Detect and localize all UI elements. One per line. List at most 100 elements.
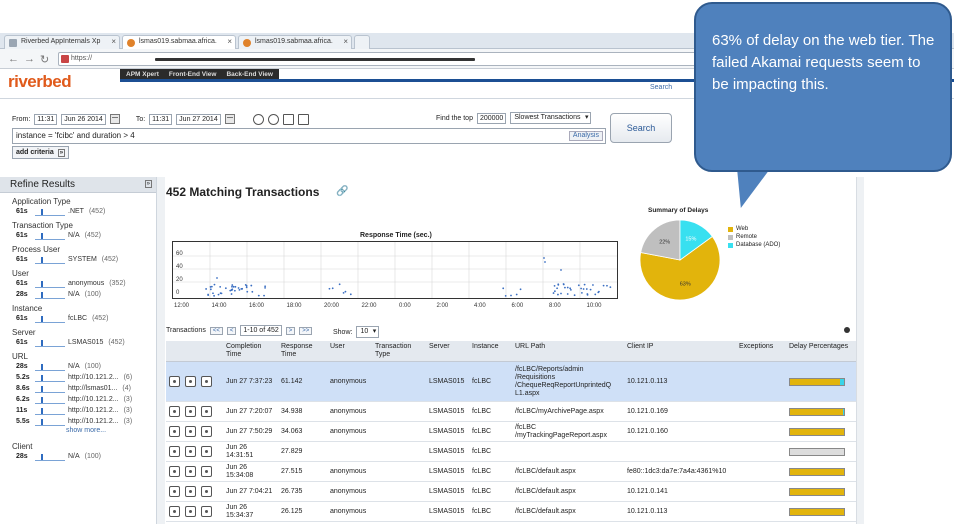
show-more-link[interactable]: show more... [0, 427, 156, 438]
close-icon[interactable]: × [227, 37, 232, 46]
close-icon[interactable]: × [343, 37, 348, 46]
column-header[interactable]: User [327, 341, 372, 362]
from-date-input[interactable]: Jun 26 2014 [61, 113, 106, 125]
details-icon[interactable] [185, 446, 196, 457]
details-icon[interactable] [185, 506, 196, 517]
column-header[interactable]: URL Path [512, 341, 624, 362]
calendar-icon[interactable] [224, 114, 235, 124]
camera-icon[interactable] [201, 466, 212, 477]
settings-icon[interactable] [844, 327, 850, 333]
cell-user: anonymous [327, 501, 372, 522]
top-count-input[interactable]: 200000 [476, 112, 507, 124]
camera-icon[interactable] [201, 426, 212, 437]
page-title: 452 Matching Transactions [166, 185, 320, 199]
trace-icon[interactable] [169, 406, 180, 417]
details-icon[interactable] [185, 486, 196, 497]
table-row[interactable]: Jun 27 7:37:23 61.142 anonymous LSMAS015 fcL… [166, 361, 856, 402]
trace-icon[interactable] [169, 506, 180, 517]
column-header[interactable]: Exceptions [736, 341, 786, 362]
last-page-button[interactable]: >> [299, 326, 313, 335]
camera-icon[interactable] [201, 376, 212, 387]
left-scrollbar[interactable] [157, 177, 165, 524]
page-size-select[interactable]: 10 [356, 326, 380, 338]
column-header[interactable]: Transaction Type [372, 341, 426, 362]
facet-item[interactable]: 5.2s http://10.121.2... (6) [0, 372, 156, 383]
camera-icon[interactable] [201, 486, 212, 497]
column-header[interactable]: Delay Percentages [786, 341, 856, 362]
facet-item[interactable]: 61s .NET (452) [0, 206, 156, 217]
first-page-button[interactable]: << [209, 326, 223, 335]
nav-front-end-view[interactable]: Front-End View [169, 71, 217, 78]
trace-icon[interactable] [169, 486, 180, 497]
nav-apm-xpert[interactable]: APM Xpert [126, 71, 159, 78]
camera-icon[interactable] [201, 506, 212, 517]
facet-item[interactable]: 28s N/A (100) [0, 451, 156, 462]
trace-icon[interactable] [169, 466, 180, 477]
trace-icon[interactable] [169, 446, 180, 457]
table-row[interactable]: Jun 26 14:31:51 27.829 LSMAS015 fcLBC [166, 441, 856, 462]
facet-item[interactable]: 28s N/A (100) [0, 289, 156, 300]
details-icon[interactable] [185, 376, 196, 387]
facet-item[interactable]: 61s anonymous (352) [0, 278, 156, 289]
details-icon[interactable] [185, 426, 196, 437]
to-time-input[interactable]: 11:31 [149, 113, 173, 125]
back-arrow-icon[interactable]: ← [8, 53, 19, 65]
facet-item[interactable]: 61s fcLBC (452) [0, 313, 156, 324]
browser-tab-2[interactable]: lsmas019.sabmaa.africa. × [122, 35, 236, 49]
browser-tab-1[interactable]: Riverbed AppInternals Xp × [4, 35, 120, 49]
column-header[interactable]: Instance [469, 341, 512, 362]
sort-select[interactable]: Slowest Transactions [510, 112, 592, 124]
add-criteria-button[interactable]: add criteria » [12, 146, 70, 159]
query-input[interactable]: instance = 'fcibc' and duration > 4 Anal… [12, 128, 606, 144]
details-icon[interactable] [185, 466, 196, 477]
nav-back-end-view[interactable]: Back-End View [226, 71, 272, 78]
facet-item[interactable]: 61s N/A (452) [0, 230, 156, 241]
clock-icon[interactable] [252, 113, 264, 125]
facet-item[interactable]: 11s http://10.121.2... (3) [0, 405, 156, 416]
camera-icon[interactable] [201, 406, 212, 417]
x-tick-label: 2:00 [436, 303, 449, 309]
link-icon[interactable]: 🔗 [336, 186, 348, 197]
prev-page-button[interactable]: < [226, 326, 237, 335]
main-scrollbar[interactable] [856, 177, 864, 524]
facet-item[interactable]: 6.2s http://10.121.2... (3) [0, 394, 156, 405]
column-header[interactable]: Response Time [278, 341, 327, 362]
bookmark-icon[interactable] [282, 113, 294, 125]
history-icon[interactable] [267, 113, 279, 125]
table-row[interactable]: Jun 27 7:20:07 34.938 anonymous LSMAS015 fcL… [166, 401, 856, 422]
facet-count: (452) [88, 208, 106, 215]
forward-arrow-icon[interactable]: → [24, 53, 35, 65]
facet-item[interactable]: 8.6s http://lsmas01... (4) [0, 383, 156, 394]
list-icon[interactable] [297, 113, 309, 125]
reload-icon[interactable]: ↻ [40, 53, 49, 66]
column-header[interactable]: Completion Time [223, 341, 278, 362]
url-input[interactable]: https:// [58, 52, 698, 66]
search-link[interactable]: Search [650, 84, 672, 91]
from-time-input[interactable]: 11:31 [34, 113, 58, 125]
table-row[interactable]: Jun 26 15:34:08 27.515 anonymous LSMAS015 fc… [166, 461, 856, 482]
facet-item[interactable]: 28s N/A (100) [0, 361, 156, 372]
next-page-button[interactable]: > [285, 326, 296, 335]
details-icon[interactable] [185, 406, 196, 417]
trace-icon[interactable] [169, 426, 180, 437]
cell-delay [786, 461, 856, 482]
collapse-panel-icon[interactable]: » [144, 180, 152, 188]
new-tab-button[interactable] [354, 35, 370, 49]
browser-tab-3[interactable]: lsmas019.sabmaa.africa. × [238, 35, 352, 49]
table-row[interactable]: Jun 27 7:04:21 26.735 anonymous LSMAS015 fcL… [166, 481, 856, 502]
table-row[interactable]: Jun 26 15:34:37 26.125 anonymous LSMAS015 fc… [166, 501, 856, 522]
legend-label: Database (ADO) [736, 242, 781, 248]
column-header[interactable]: Client IP [624, 341, 736, 362]
facet-item[interactable]: 61s SYSTEM (452) [0, 254, 156, 265]
facet-item[interactable]: 5.5s http://10.121.2... (3) [0, 416, 156, 427]
analysis-button[interactable]: Analysis [568, 131, 603, 141]
camera-icon[interactable] [201, 446, 212, 457]
to-date-input[interactable]: Jun 27 2014 [176, 113, 221, 125]
trace-icon[interactable] [169, 376, 180, 387]
table-row[interactable]: Jun 27 7:50:29 34.063 anonymous LSMAS015 fcL… [166, 421, 856, 442]
calendar-icon[interactable] [109, 114, 120, 124]
facet-item[interactable]: 61s LSMAS015 (452) [0, 337, 156, 348]
column-header[interactable]: Server [426, 341, 469, 362]
close-icon[interactable]: × [111, 37, 116, 46]
search-button[interactable]: Search [610, 113, 672, 143]
